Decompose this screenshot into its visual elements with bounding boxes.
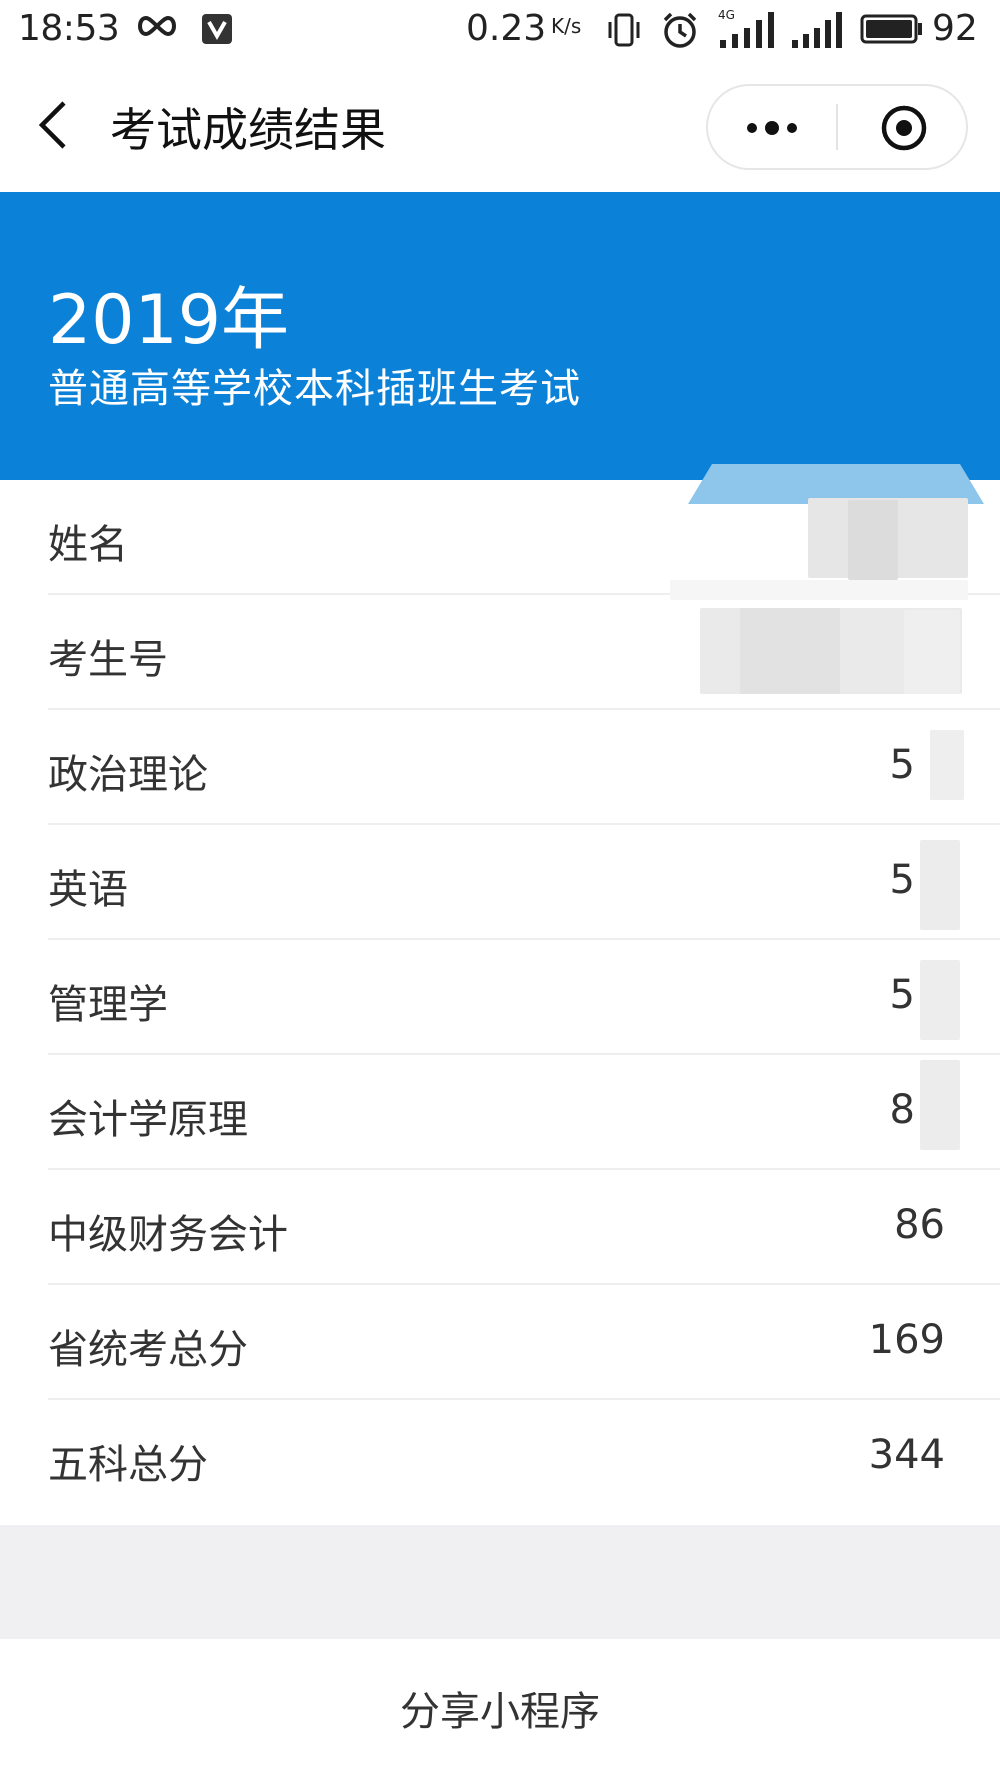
more-dots-icon[interactable] bbox=[744, 116, 800, 140]
alarm-icon bbox=[663, 12, 697, 48]
score-row-accounting-principles: 会计学原理 8 bbox=[48, 1055, 1000, 1170]
score-row-management: 管理学 5 bbox=[48, 940, 1000, 1055]
target-close-icon[interactable] bbox=[880, 104, 928, 152]
score-value: 169 bbox=[868, 1317, 945, 1363]
status-time: 18:53 bbox=[18, 8, 120, 49]
page-title: 考试成绩结果 bbox=[110, 103, 386, 157]
chevron-left-icon[interactable] bbox=[36, 100, 70, 150]
shield-check-icon bbox=[202, 14, 232, 44]
exam-banner: 2019年 普通高等学校本科插班生考试 bbox=[0, 192, 1000, 504]
score-row-intermediate-accounting: 中级财务会计 86 bbox=[48, 1170, 1000, 1285]
score-value: 344 bbox=[868, 1432, 945, 1478]
score-row-english: 英语 5 bbox=[48, 825, 1000, 940]
score-value: 5 bbox=[889, 857, 915, 903]
content-spacer bbox=[0, 1525, 1000, 1639]
score-value: 86 bbox=[894, 1202, 945, 1248]
score-label: 中级财务会计 bbox=[48, 1212, 288, 1258]
score-value: 8 bbox=[889, 1087, 915, 1133]
mini-program-capsule bbox=[706, 84, 968, 170]
network-speed-unit: K/s bbox=[551, 14, 582, 38]
exam-subtitle: 普通高等学校本科插班生考试 bbox=[48, 366, 581, 412]
score-label: 会计学原理 bbox=[48, 1097, 248, 1143]
score-value: 5 bbox=[889, 972, 915, 1018]
score-label: 姓名 bbox=[48, 522, 128, 568]
network-speed: 0.23 bbox=[466, 8, 547, 49]
score-row-five-subject-total: 五科总分 344 bbox=[48, 1400, 1000, 1515]
battery-level: 92 bbox=[932, 8, 978, 49]
exam-year: 2019年 bbox=[48, 281, 290, 360]
share-bar: 分享小程序 bbox=[0, 1639, 1000, 1777]
signal-4g-icon: 4G bbox=[718, 8, 778, 50]
score-label: 政治理论 bbox=[48, 752, 208, 798]
score-value: 5 bbox=[889, 742, 915, 788]
score-label: 省统考总分 bbox=[48, 1327, 248, 1373]
score-row-politics: 政治理论 5 bbox=[48, 710, 1000, 825]
vibrate-icon bbox=[608, 13, 640, 47]
capsule-divider bbox=[836, 104, 838, 150]
signal-icon bbox=[792, 12, 842, 48]
status-bar: 18:53 0.23 K/s 4G 92 bbox=[0, 0, 1000, 62]
score-label: 五科总分 bbox=[48, 1442, 208, 1488]
score-row-provincial-total: 省统考总分 169 bbox=[48, 1285, 1000, 1400]
score-label: 英语 bbox=[48, 867, 128, 913]
battery-icon bbox=[860, 14, 922, 44]
score-label: 考生号 bbox=[48, 637, 168, 683]
share-mini-program-button[interactable]: 分享小程序 bbox=[0, 1639, 1000, 1777]
score-label: 管理学 bbox=[48, 982, 168, 1028]
nav-bar: 考试成绩结果 bbox=[0, 62, 1000, 192]
infinity-icon bbox=[138, 15, 176, 37]
